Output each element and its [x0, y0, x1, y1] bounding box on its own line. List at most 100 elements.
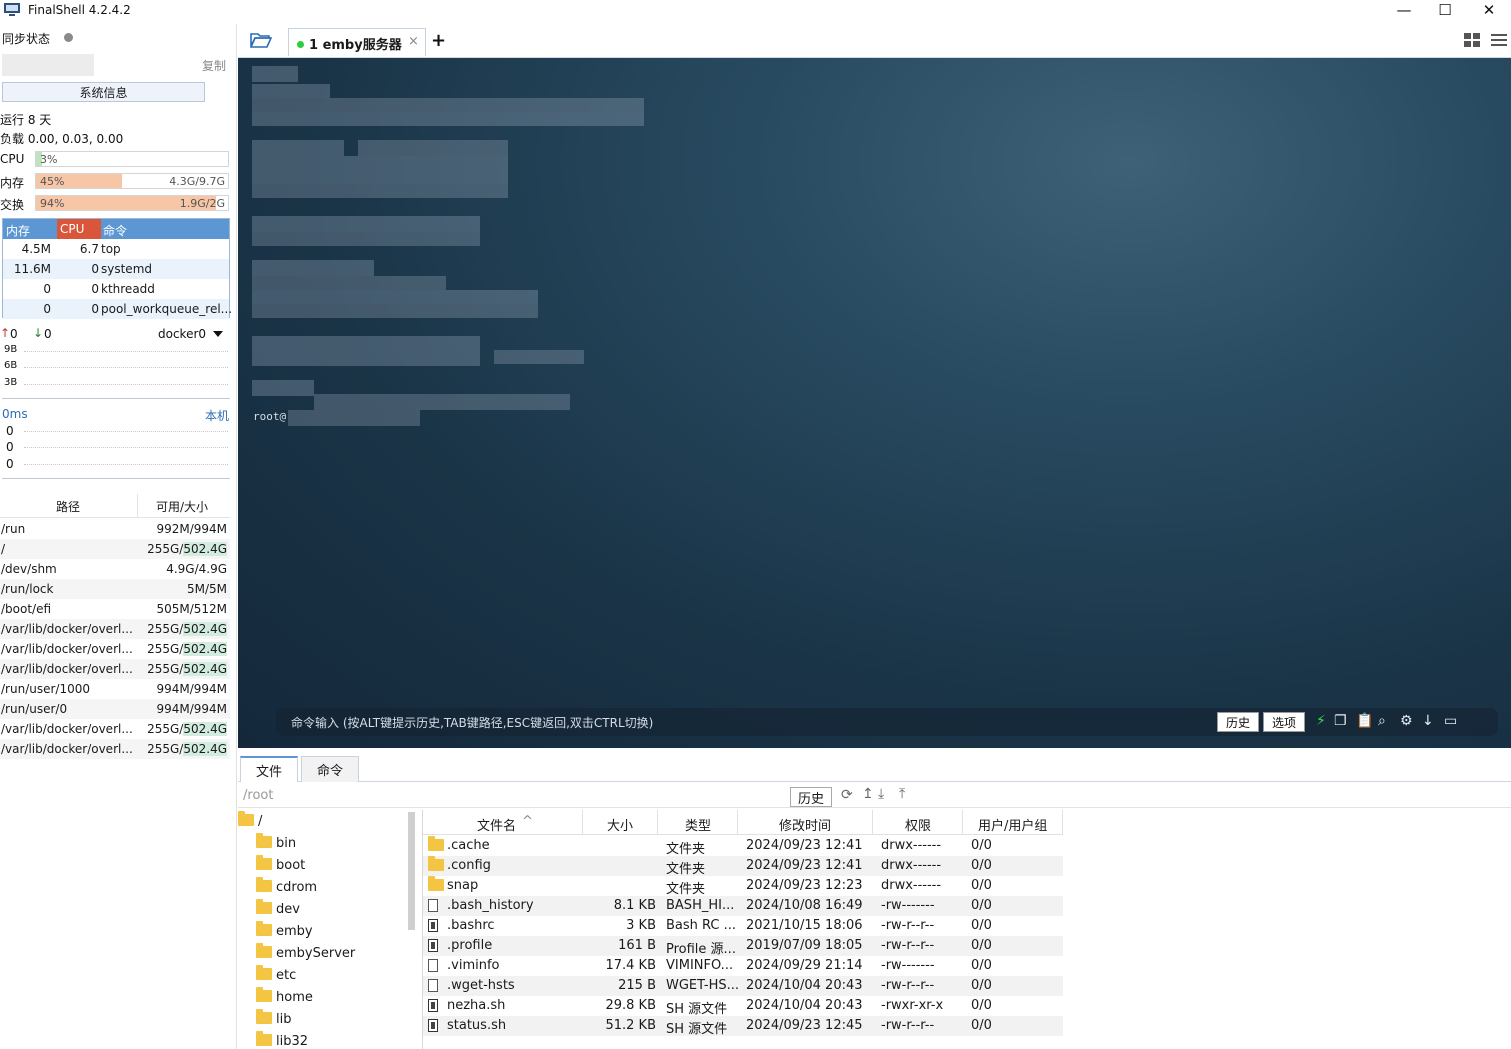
add-tab-button[interactable]: +: [431, 30, 446, 51]
file-perm: -rw-r--r--: [881, 1018, 935, 1033]
file-row[interactable]: .viminfo 17.4 KB VIMINFO... 2024/09/29 21:1…: [423, 956, 1063, 976]
chevron-down-icon[interactable]: [213, 331, 223, 337]
file-row[interactable]: .config 文件夹 2024/09/23 12:41 drwx------ 0/0: [423, 856, 1063, 877]
options-button[interactable]: 选项: [1263, 712, 1305, 732]
folder-icon: [428, 876, 444, 891]
fs-header-path[interactable]: 路径: [56, 498, 80, 515]
file-size: 17.4 KB: [605, 958, 656, 973]
tree-folder[interactable]: cdrom: [256, 877, 317, 895]
tree-folder[interactable]: etc: [256, 965, 296, 983]
gear-icon[interactable]: ⚙: [1400, 713, 1413, 729]
folder-open-icon[interactable]: [249, 32, 273, 51]
col-type[interactable]: 类型: [685, 815, 711, 834]
tree-folder[interactable]: dev: [256, 899, 300, 917]
process-header-memory[interactable]: 内存: [6, 222, 30, 239]
file-row[interactable]: .wget-hsts 215 B WGET-HS... 2024/10/04 20:4…: [423, 976, 1063, 996]
process-row[interactable]: 11.6M 0 systemd: [3, 259, 229, 279]
fs-row[interactable]: /var/lib/docker/overl... 255G/502.4G: [0, 619, 230, 639]
file-mtime: 2024/09/29 21:14: [746, 958, 863, 973]
tree-folder[interactable]: embyServer: [256, 943, 355, 961]
process-cpu: 6.7: [79, 242, 99, 256]
fs-header-avail[interactable]: 可用/大小: [156, 498, 208, 515]
tree-folder[interactable]: home: [256, 987, 313, 1005]
net-scale-9b: 9B: [4, 344, 18, 355]
close-window-button[interactable]: ✕: [1467, 0, 1511, 20]
col-mtime[interactable]: 修改时间: [779, 815, 831, 834]
system-info-button[interactable]: 系统信息: [2, 82, 205, 102]
tab-files[interactable]: 文件: [240, 756, 298, 782]
tree-folder[interactable]: bin: [256, 833, 296, 851]
close-tab-button[interactable]: ×: [408, 34, 419, 49]
file-size: 51.2 KB: [605, 1018, 656, 1033]
fs-row[interactable]: /boot/efi 505M/512M: [0, 599, 230, 619]
file-row[interactable]: nezha.sh 29.8 KB SH 源文件 2024/10/04 20:43 -rw…: [423, 996, 1063, 1017]
fs-row[interactable]: /run 992M/994M: [0, 519, 230, 539]
path-input[interactable]: /root: [243, 788, 273, 803]
refresh-icon[interactable]: ⟳: [841, 787, 853, 803]
file-row[interactable]: snap 文件夹 2024/09/23 12:23 drwx------ 0/0: [423, 876, 1063, 897]
search-icon[interactable]: ⌕: [1378, 713, 1386, 729]
sidebar: 同步状态 复制 系统信息 运行 8 天 负载 0.00, 0.03, 0.00 …: [0, 24, 237, 1049]
fs-row[interactable]: / 255G/502.4G: [0, 539, 230, 559]
tree-folder[interactable]: lib32: [256, 1031, 308, 1049]
file-row[interactable]: .cache 文件夹 2024/09/23 12:41 drwx------ 0/0: [423, 836, 1063, 857]
up-directory-icon[interactable]: ↥: [862, 786, 874, 802]
tab-commands[interactable]: 命令: [301, 756, 359, 782]
command-input-bar[interactable]: 命令输入 (按ALT键提示历史,TAB键路径,ESC键返回,双击CTRL切换) …: [276, 708, 1498, 736]
process-header-command[interactable]: 命令: [103, 222, 127, 239]
layout-grid-icon[interactable]: [1464, 33, 1480, 50]
file-owner: 0/0: [971, 998, 992, 1013]
interface-select[interactable]: docker0: [158, 327, 206, 341]
fs-row[interactable]: /run/user/1000 994M/994M: [0, 679, 230, 699]
fs-row[interactable]: /var/lib/docker/overl... 255G/502.4G: [0, 659, 230, 679]
fs-row[interactable]: /run/user/0 994M/994M: [0, 699, 230, 719]
latency-host[interactable]: 本机: [205, 407, 229, 424]
file-row[interactable]: .bash_history 8.1 KB BASH_HI... 2024/10/08 …: [423, 896, 1063, 916]
terminal-area[interactable]: root@: [238, 58, 1511, 748]
file-row[interactable]: status.sh 51.2 KB SH 源文件 2024/09/23 12:45 -r…: [423, 1016, 1063, 1037]
upload-icon[interactable]: ⤒: [899, 786, 905, 802]
fs-path: /dev/shm: [1, 562, 57, 576]
process-row[interactable]: 0 0 pool_workqueue_rel...: [3, 299, 232, 319]
process-row[interactable]: 4.5M 6.7 top: [3, 239, 229, 259]
file-row[interactable]: .profile 161 B Profile 源... 2019/07/09 18:0…: [423, 936, 1063, 957]
process-header-cpu[interactable]: CPU: [57, 219, 101, 239]
minimize-button[interactable]: —: [1382, 0, 1426, 20]
copy-button[interactable]: 复制: [202, 57, 226, 74]
col-owner[interactable]: 用户/用户组: [978, 815, 1047, 834]
redacted-text: [252, 380, 314, 396]
download-icon[interactable]: ⤓: [878, 786, 884, 802]
paste-icon[interactable]: 📋: [1356, 713, 1373, 729]
folder-icon: [256, 1009, 272, 1024]
fs-row[interactable]: /var/lib/docker/overl... 255G/502.4G: [0, 639, 230, 659]
fs-avail: 255G/502.4G: [147, 542, 227, 556]
scroll-down-icon[interactable]: ↓: [1422, 713, 1434, 729]
maximize-button[interactable]: ☐: [1423, 0, 1467, 20]
command-input-placeholder[interactable]: 命令输入 (按ALT键提示历史,TAB键路径,ESC键返回,双击CTRL切换): [291, 714, 653, 731]
tree-root[interactable]: /: [238, 811, 262, 829]
menu-icon[interactable]: [1491, 33, 1507, 50]
fs-row[interactable]: /run/lock 5M/5M: [0, 579, 230, 599]
tree-folder[interactable]: lib: [256, 1009, 291, 1027]
path-history-button[interactable]: 历史: [790, 787, 832, 807]
fs-row[interactable]: /var/lib/docker/overl... 255G/502.4G: [0, 739, 230, 759]
process-row[interactable]: 0 0 kthreadd: [3, 279, 229, 299]
tree-scrollbar[interactable]: [408, 812, 415, 930]
history-button[interactable]: 历史: [1217, 712, 1259, 732]
fs-row[interactable]: /var/lib/docker/overl... 255G/502.4G: [0, 719, 230, 739]
fs-row[interactable]: /dev/shm 4.9G/4.9G: [0, 559, 230, 579]
col-perm[interactable]: 权限: [905, 815, 931, 834]
copy-icon[interactable]: ❐: [1334, 713, 1347, 729]
lightning-icon[interactable]: ⚡: [1316, 713, 1326, 729]
window-icon[interactable]: ▭: [1444, 713, 1457, 729]
tree-folder[interactable]: emby: [256, 921, 313, 939]
col-filename[interactable]: 文件名: [477, 815, 516, 834]
folder-icon: [256, 855, 272, 870]
tab-emby-server[interactable]: 1 emby服务器 ×: [288, 28, 426, 56]
bottom-tab-bar: [238, 752, 1511, 782]
col-size[interactable]: 大小: [607, 815, 633, 834]
file-row[interactable]: .bashrc 3 KB Bash RC ... 2021/10/15 18:06 -r…: [423, 916, 1063, 936]
tree-folder[interactable]: boot: [256, 855, 305, 873]
sort-up-icon[interactable]: ^: [522, 814, 533, 829]
latency-scale: 0: [6, 440, 14, 454]
